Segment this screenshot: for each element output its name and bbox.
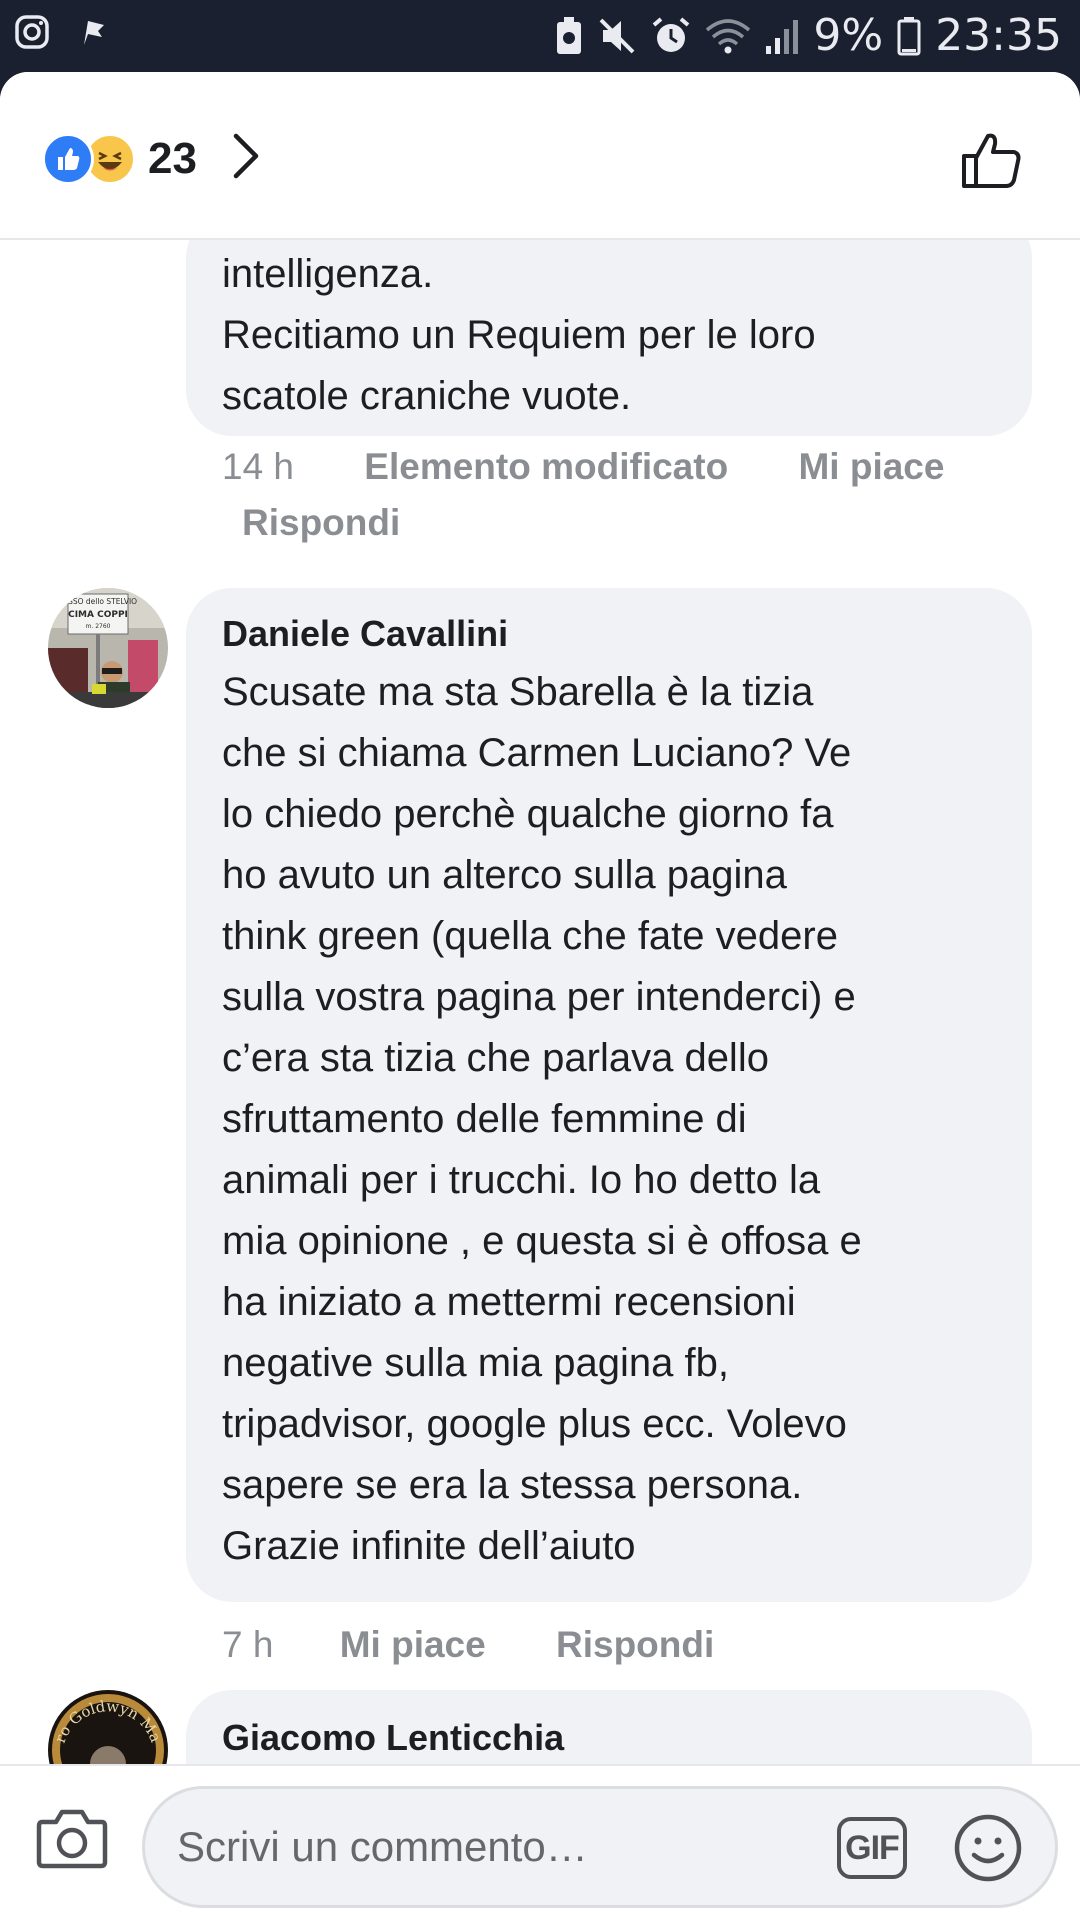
comment-text: Scusate ma sta Sbarella è la tizia che s…: [222, 670, 862, 1568]
like-comment-button[interactable]: Mi piace: [798, 446, 944, 488]
signal-icon: [765, 16, 799, 56]
status-bar: 9% 23:35: [0, 0, 1080, 72]
instagram-icon: [14, 14, 50, 50]
comment-input[interactable]: Scrivi un commento… GIF: [142, 1786, 1058, 1908]
camera-icon[interactable]: [36, 1806, 108, 1875]
alarm-icon: [651, 16, 691, 56]
comment-author[interactable]: Giacomo Lenticchia: [222, 1716, 996, 1760]
comment-composer: Scrivi un commento… GIF: [0, 1764, 1080, 1920]
comment-author[interactable]: Daniele Cavallini: [222, 612, 996, 656]
reply-button[interactable]: Rispondi: [242, 502, 400, 544]
comment-actions: 14 h Elemento modificato Mi piace: [222, 446, 944, 488]
comment-bubble: Daniele Cavallini Scusate ma sta Sbarell…: [186, 588, 1032, 1602]
comment-input-placeholder: Scrivi un commento…: [177, 1823, 588, 1870]
reply-button[interactable]: Rispondi: [556, 1624, 714, 1666]
avatar[interactable]: ro Goldwyn May: [48, 1690, 168, 1764]
avatar-sign-line-3: m. 2760: [86, 623, 111, 630]
comment-actions: 7 h Mi piace Rispondi: [222, 1624, 714, 1666]
flag-icon: [80, 17, 108, 47]
comment-actions-row2: Rispondi: [242, 502, 400, 544]
comment-list: intelligenza. Recitiamo un Requiem per l…: [0, 240, 1080, 1764]
comment-time: 7 h: [222, 1624, 274, 1665]
comment-time: 14 h: [222, 446, 295, 487]
reactions-header: 23: [0, 72, 1080, 240]
reactions-summary[interactable]: 23: [42, 132, 261, 185]
avatar-sign-line-1: PASSO dello STELVIO: [59, 597, 137, 606]
mute-icon: [597, 16, 637, 56]
chevron-right-icon[interactable]: [231, 132, 261, 185]
edited-label[interactable]: Elemento modificato: [364, 446, 728, 488]
thumbs-up-icon[interactable]: [960, 128, 1024, 197]
battery-percent: 9%: [813, 10, 884, 61]
reaction-count: 23: [148, 133, 197, 183]
avatar-sign-line-2: CIMA COPPI: [68, 610, 128, 620]
like-reaction-icon: [42, 132, 94, 185]
gif-button[interactable]: GIF: [837, 1817, 907, 1879]
comment-text: intelligenza. Recitiamo un Requiem per l…: [222, 252, 816, 418]
comment-bubble: Giacomo Lenticchia: [186, 1690, 1032, 1764]
avatar[interactable]: PASSO dello STELVIO CIMA COPPI m. 2760: [48, 588, 168, 708]
like-comment-button[interactable]: Mi piace: [340, 1624, 486, 1666]
comment-bubble: intelligenza. Recitiamo un Requiem per l…: [186, 240, 1032, 436]
comments-sheet: 23 intelligenza. Recitiamo un Requiem pe…: [0, 72, 1080, 1920]
clock: 23:35: [935, 10, 1062, 61]
battery-saver-icon: [555, 16, 583, 56]
smiley-icon[interactable]: [953, 1813, 1023, 1888]
battery-icon: [897, 16, 921, 56]
wifi-icon: [705, 16, 751, 56]
